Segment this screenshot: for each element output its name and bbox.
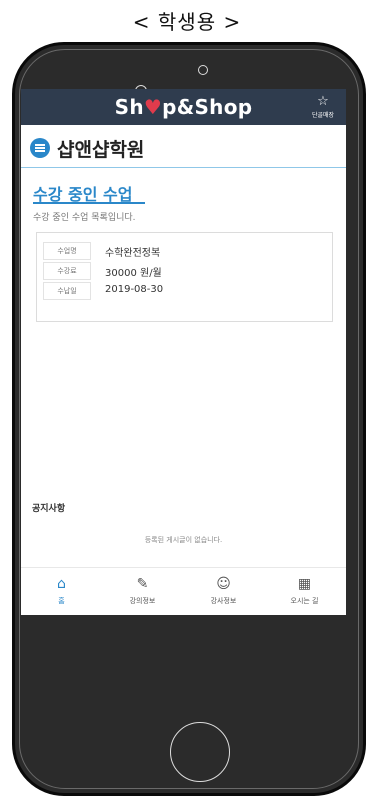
nav-label: 홈 [58, 597, 65, 605]
camera-icon [198, 65, 208, 75]
location-pin-icon: ♥ [143, 95, 163, 119]
logo-text-left: Sh [114, 95, 144, 119]
notice-empty-message: 등록된 게시글이 없습니다. [144, 536, 223, 544]
nav-item-directions[interactable]: ▦ 오시는 길 [264, 568, 345, 615]
home-icon: ⌂ [57, 576, 66, 592]
bookmark-button[interactable]: ☆ 단골매장 [306, 95, 340, 119]
bottom-nav: ⌂ 홈 ✎ 강의정보 ☺ 강사정보 ▦ 오시는 길 [21, 567, 346, 615]
course-row: 수납일 2019-08-30 [43, 282, 323, 300]
course-key: 수업명 [43, 242, 91, 260]
course-value: 30000 원/월 [105, 268, 162, 279]
home-button[interactable] [170, 722, 230, 782]
menu-icon[interactable] [30, 138, 50, 158]
profile-icon: ☺ [216, 576, 231, 592]
top-bar: Sh♥p&Shop ☆ 단골매장 [21, 89, 346, 125]
app-screen: Sh♥p&Shop ☆ 단골매장 샵앤샵학원 수강 중인 수업 수강 중인 수업… [21, 89, 346, 615]
notice-title: 공지사항 [32, 504, 66, 514]
nav-label: 오시는 길 [290, 597, 319, 605]
section-subtitle: 수강 중인 수업 목록입니다. [33, 213, 136, 223]
section-underline [33, 202, 145, 204]
course-row: 수업명 수학완전정복 [43, 242, 323, 260]
edit-icon: ✎ [136, 576, 149, 592]
nav-item-lecture[interactable]: ✎ 강의정보 [102, 568, 183, 615]
nav-label: 강사정보 [210, 597, 237, 605]
course-card[interactable]: 수업명 수학완전정복 수강료 30000 원/월 수납일 2019-08-30 [36, 232, 333, 322]
course-key: 수납일 [43, 282, 91, 300]
nav-item-home[interactable]: ⌂ 홈 [21, 568, 102, 615]
nav-item-instructor[interactable]: ☺ 강사정보 [183, 568, 264, 615]
app-logo[interactable]: Sh♥p&Shop [21, 95, 346, 119]
bookmark-label: 단골매장 [311, 112, 335, 119]
map-icon: ▦ [297, 576, 312, 592]
star-icon: ☆ [317, 94, 329, 109]
nav-label: 강의정보 [129, 597, 156, 605]
caption-title: < 학생용 > [132, 10, 242, 34]
course-value: 수학완전정복 [105, 248, 161, 259]
academy-name: 샵앤샵학원 [57, 139, 145, 161]
course-row: 수강료 30000 원/월 [43, 262, 323, 280]
course-key: 수강료 [43, 262, 91, 280]
course-value: 2019-08-30 [105, 284, 164, 295]
logo-text-right: p&Shop [162, 95, 253, 119]
